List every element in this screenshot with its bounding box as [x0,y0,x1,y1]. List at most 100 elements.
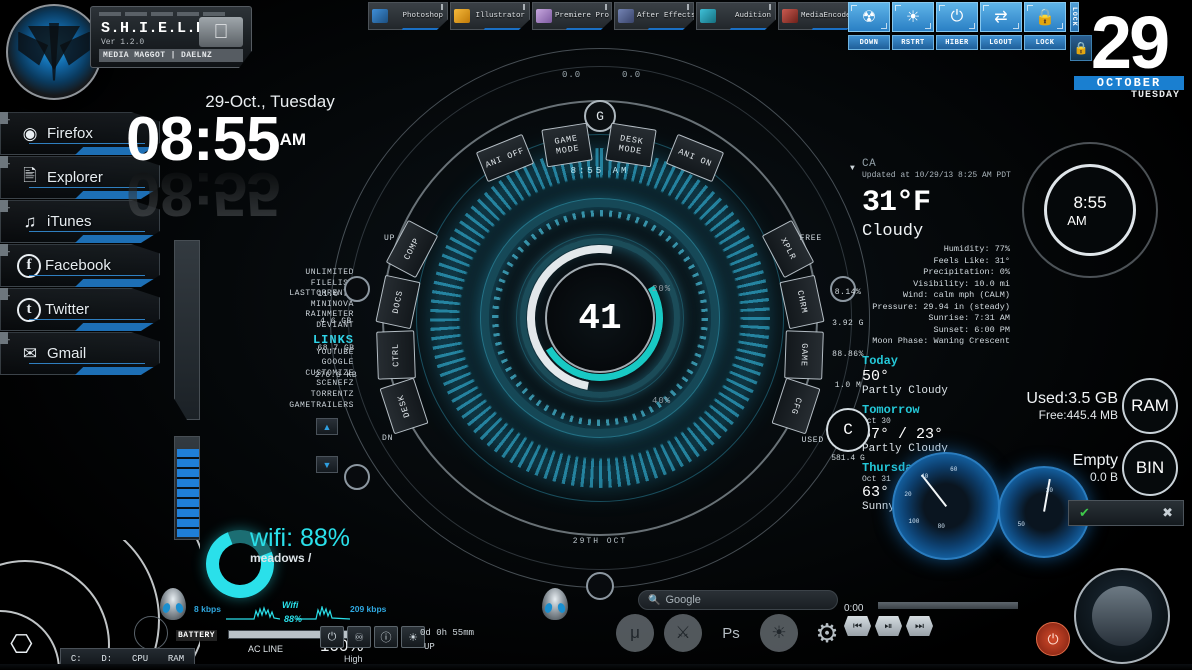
windows-start-icon[interactable]: ⎔ [10,629,33,660]
hdd-dial [134,616,168,650]
alienware-icon-right [542,588,568,620]
ram-used: Used:3.5 GB [1026,390,1118,407]
hud-button-desk-mode[interactable]: DESK MODE [605,122,657,168]
shutdown-icon: ☢ [848,2,890,32]
search-input[interactable]: 🔍 Google [638,590,838,610]
weather-updated: Updated at 10/29/13 8:25 AM PDT [862,171,1011,180]
app-tab-premiere-pro[interactable]: Premiere Pro [532,2,612,30]
wifi-percent: wifi: 88% [250,524,351,552]
download-gauge: 100 80 20 40 60 [892,452,1000,560]
hud-core[interactable]: 41 [545,263,655,373]
os-info-panel: S.H.I.E.L.D OS Ver 1.2.0  MEDIA MAGGOT … [90,6,252,68]
hud-value-a: 0.0 [562,70,582,80]
tab-ram[interactable]: RAM [168,654,184,664]
app-tab-photoshop[interactable]: Photoshop [368,2,448,30]
drive-c-indicator[interactable]: C [826,408,870,452]
power-button-logout[interactable]: ⇄ LGOUT [980,2,1022,61]
hud-clock: 8:55 AM [570,166,630,176]
tab-cpu[interactable]: CPU [132,654,148,664]
minus-icon[interactable]: ♾ [347,626,371,648]
facebook-icon: f [17,253,41,278]
sidebar-handle[interactable] [0,112,8,124]
previous-button[interactable]: ⏮ [844,616,871,636]
hud-node-left[interactable] [344,276,370,302]
power-button-restart[interactable]: ☀ RSTRT [892,2,934,61]
tab-c-drive[interactable]: C: [71,654,82,664]
analog-clock-face: 8:55 AM [1044,164,1136,256]
tab-d-drive[interactable]: D: [101,654,112,664]
twitter-icon: t [17,297,41,322]
play-pause-button[interactable]: ⏯ [875,616,902,636]
app-label: Audition [734,12,771,20]
bottom-strip [0,664,1192,670]
app-tab-after-effects[interactable]: After Effects [614,2,694,30]
sidebar-item-twitter[interactable]: + t Twitter [0,288,160,331]
sidebar-item-label: Twitter [45,301,90,318]
disk-stat-value: 1.0 M [834,381,862,390]
ram-widget[interactable]: Used:3.5 GB Free:445.4 MB RAM [1026,378,1178,434]
hud-date: 29TH OCT [572,537,628,546]
analog-clock-time: 8:55 [1073,192,1107,212]
hud-button-game-mode[interactable]: GAME MODE [541,122,593,168]
date-day: 29 [1090,1,1170,84]
settings-gear-icon[interactable]: ⚙ [808,614,846,652]
search-placeholder: Google [665,594,701,606]
ram-label: RAM [1122,378,1178,434]
app-label: Photoshop [402,12,443,20]
drive-c-total: 581.4 G [831,454,865,463]
sidebar-handle[interactable] [0,332,8,344]
disk-stat-value: 88.86% [832,350,864,359]
next-button[interactable]: ⏭ [906,616,933,636]
upload-speed: 209 kbps [350,604,387,614]
media-player: 0:00 ⏮ ⏯ ⏭ [844,598,1034,636]
forecast-day: Today [862,353,899,368]
app-label: Illustrator [475,12,525,20]
date-weekday: TUESDAY [1130,90,1180,101]
hud-button-ctrl[interactable]: CTRL [376,330,416,380]
sidebar-handle[interactable] [0,200,8,212]
app-tab-illustrator[interactable]: Illustrator [450,2,530,30]
nero-icon[interactable]: ☀ [760,614,798,652]
close-icon[interactable]: ✖ [1162,505,1173,521]
sidebar-handle[interactable] [0,244,8,256]
sidebar-item-gmail[interactable]: + ✉ Gmail [0,332,160,375]
volume-dial[interactable] [1074,568,1170,664]
forecast-day: Tomorrow [862,402,920,417]
utorrent-icon[interactable]: μ [616,614,654,652]
sidebar-handle[interactable] [0,156,8,168]
weather-arrow-icon[interactable]: ▼ [850,164,855,173]
weather-detail: Sunset: 6:00 PM [933,324,1010,335]
upload-sparkline [296,606,350,620]
hud-label-free: FREE [799,234,822,243]
app-tab-audition[interactable]: Audition [696,2,776,30]
sidebar-item-label: Firefox [47,125,93,142]
download-sparkline [226,606,280,620]
weather-detail: Pressure: 29.94 in (steady) [872,301,1010,312]
counterstrike-icon[interactable]: ⚔ [664,614,702,652]
photoshop-pdf-icon[interactable]: Ps [712,614,750,652]
info-icon[interactable]: ⓘ [374,626,398,648]
photoshop-icon [372,9,388,23]
power-icon[interactable]: ⏻ [320,626,344,648]
forecast-temps: 50° [862,367,890,385]
sidebar-handle[interactable] [0,288,8,300]
power-button-lock[interactable]: 🔒 LOCK [1024,2,1066,61]
hud-label-up: UP [384,234,396,243]
bin-label: BIN [1122,440,1178,496]
hud-node-lower-left[interactable] [344,464,370,490]
sidebar-item-facebook[interactable]: + f Facebook [0,244,160,287]
forecast-tomorrow: Tomorrow Oct 30 57° / 23° Partly Cloudy [862,403,1042,455]
power-button-hibernate[interactable]: ⏻ HIBER [936,2,978,61]
check-icon[interactable]: ✔ [1079,505,1090,521]
power-label: HIBER [936,35,978,50]
weather-detail: Feels Like: 31° [933,255,1010,266]
sidebar-item-label: Explorer [47,169,103,186]
hibernate-icon: ⏻ [936,2,978,32]
app-tab-media-encoder[interactable]: MediaEncoder [778,2,858,30]
power-indicator[interactable]: ⏻ [1036,622,1070,656]
media-progress-track[interactable] [878,602,1018,609]
ram-free: Free:445.4 MB [1038,408,1118,422]
sidebar-item-label: Facebook [45,257,111,274]
media-time: 0:00 [844,603,864,614]
hud-core-value: 41 [578,297,622,339]
